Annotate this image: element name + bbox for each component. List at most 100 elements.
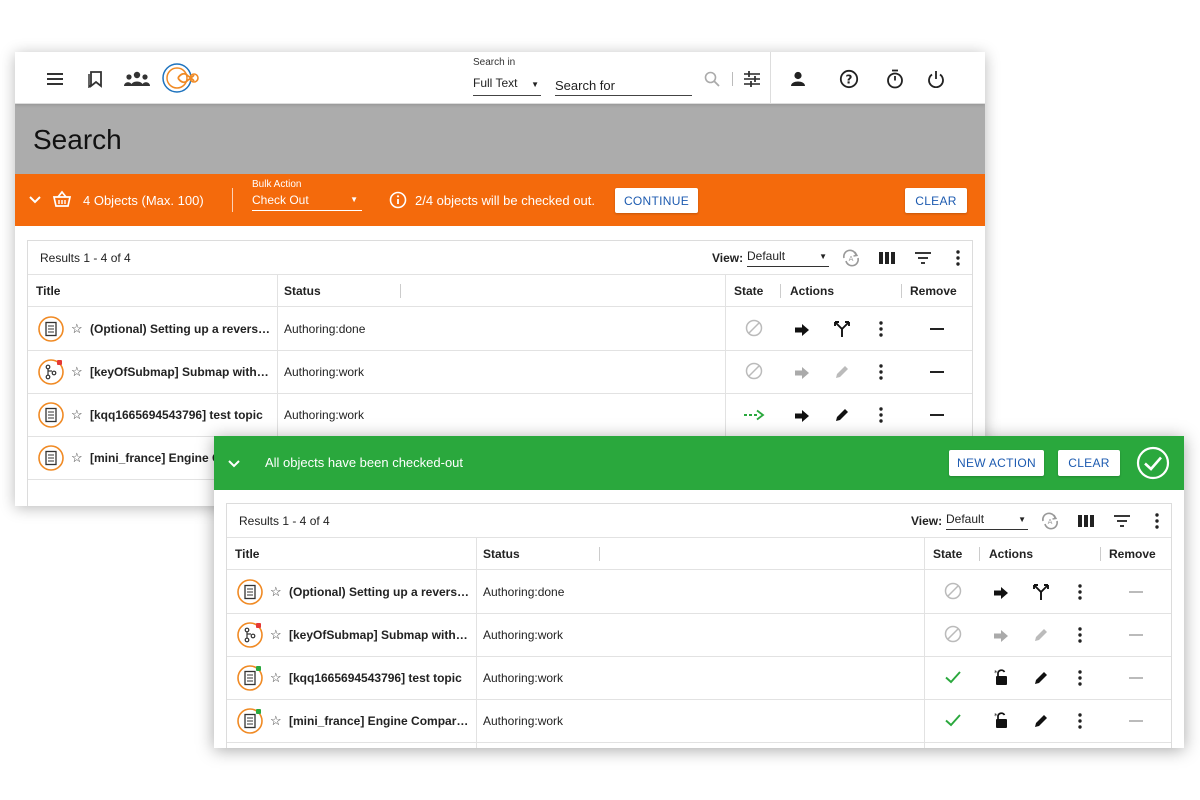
view-select[interactable]: Default ▼ — [747, 249, 829, 267]
star-icon[interactable]: ☆ — [270, 670, 282, 686]
column-state[interactable]: State — [734, 284, 763, 298]
unlock-icon[interactable]: * — [991, 710, 1011, 730]
column-actions[interactable]: Actions — [790, 284, 834, 298]
star-icon[interactable]: ☆ — [270, 627, 282, 643]
caret-down-icon: ▼ — [531, 80, 539, 89]
table-row[interactable]: ☆ [keyOfSubmap] Submap with key... Autho… — [227, 614, 1171, 657]
table-row[interactable]: ☆ [kqq1665694543796] test topic Authorin… — [227, 657, 1171, 700]
table-row[interactable]: ☆ [keyOfSubmap] Submap with key... Autho… — [28, 351, 972, 394]
search-in-label: Search in — [473, 57, 516, 68]
remove-icon[interactable] — [927, 319, 947, 339]
column-title[interactable]: Title — [36, 284, 60, 298]
column-remove[interactable]: Remove — [1109, 547, 1156, 561]
branch-icon[interactable] — [832, 319, 852, 339]
search-scope-select[interactable]: Full Text ▼ — [473, 76, 541, 96]
star-icon[interactable]: ☆ — [71, 321, 83, 337]
clear-button[interactable]: CLEAR — [1058, 450, 1120, 476]
star-icon[interactable]: ☆ — [270, 584, 282, 600]
users-icon[interactable] — [123, 68, 151, 90]
edit-icon[interactable] — [1031, 668, 1051, 688]
star-icon[interactable]: ☆ — [71, 364, 83, 380]
row-status: Authoring:work — [284, 408, 365, 422]
timer-icon[interactable] — [884, 68, 906, 90]
help-icon[interactable]: ? — [838, 68, 860, 90]
more-vertical-icon[interactable] — [948, 248, 968, 268]
more-vertical-icon[interactable] — [871, 319, 891, 339]
filter-icon[interactable] — [913, 248, 933, 268]
table-row[interactable]: ☆ [mini_france] Engine Compartme... Auth… — [227, 700, 1171, 743]
column-separator — [400, 284, 401, 298]
chevron-down-icon[interactable] — [29, 192, 41, 210]
column-status[interactable]: Status — [483, 547, 520, 561]
remove-icon[interactable] — [927, 405, 947, 425]
search-icon[interactable] — [701, 68, 723, 90]
row-title[interactable]: [kqq1665694543796] test topic — [90, 408, 272, 422]
remove-icon[interactable] — [927, 362, 947, 382]
column-remove[interactable]: Remove — [910, 284, 957, 298]
toolbar-separator — [732, 72, 733, 86]
chevron-down-icon[interactable] — [228, 456, 240, 474]
caret-down-icon: ▼ — [350, 195, 358, 204]
row-title[interactable]: [keyOfSubmap] Submap with key... — [90, 365, 272, 379]
row-status: Authoring:work — [483, 628, 564, 642]
more-vertical-icon[interactable] — [1147, 511, 1167, 531]
column-actions[interactable]: Actions — [989, 547, 1033, 561]
more-vertical-icon[interactable] — [871, 362, 891, 382]
basket-icon — [52, 189, 72, 214]
check-circle-icon — [1136, 446, 1170, 485]
user-icon[interactable] — [787, 68, 809, 90]
refresh-icon[interactable]: A — [841, 248, 861, 268]
search-window-after: All objects have been checked-out NEW AC… — [214, 436, 1184, 748]
bookmark-icon[interactable] — [85, 68, 107, 90]
arrow-right-icon[interactable] — [792, 406, 812, 426]
bulk-action-select[interactable]: Check Out ▼ — [252, 193, 362, 211]
row-title[interactable]: [keyOfSubmap] Submap with key... — [289, 628, 471, 642]
row-title[interactable]: [kqq1665694543796] test topic — [289, 671, 471, 685]
results-count: Results 1 - 4 of 4 — [40, 251, 131, 265]
unlock-icon[interactable]: * — [991, 667, 1011, 687]
edit-icon[interactable] — [832, 405, 852, 425]
table-row[interactable]: ☆ (Optional) Setting up a reverse pr... … — [227, 571, 1171, 614]
more-vertical-icon[interactable] — [1070, 582, 1090, 602]
branch-icon[interactable] — [1031, 582, 1051, 602]
bar-separator — [232, 188, 233, 212]
row-title[interactable]: [mini_france] Engine Compartme... — [289, 714, 471, 728]
column-state[interactable]: State — [933, 547, 962, 561]
refresh-icon[interactable]: A — [1040, 511, 1060, 531]
more-vertical-icon[interactable] — [1070, 711, 1090, 731]
clear-button[interactable]: CLEAR — [905, 188, 967, 213]
row-title[interactable]: (Optional) Setting up a reverse pr... — [90, 322, 272, 336]
arrow-right-icon[interactable] — [991, 583, 1011, 603]
view-select[interactable]: Default ▼ — [946, 512, 1028, 530]
logo-icon[interactable] — [161, 62, 201, 94]
edit-icon — [1031, 625, 1051, 645]
column-status[interactable]: Status — [284, 284, 321, 298]
continue-button[interactable]: CONTINUE — [615, 188, 698, 213]
more-vertical-icon[interactable] — [1070, 668, 1090, 688]
search-input[interactable] — [555, 76, 692, 96]
arrow-right-icon — [792, 363, 812, 383]
columns-icon[interactable] — [877, 248, 897, 268]
columns-icon[interactable] — [1076, 511, 1096, 531]
menu-icon[interactable] — [45, 68, 67, 90]
arrow-right-icon[interactable] — [792, 320, 812, 340]
star-icon[interactable]: ☆ — [270, 713, 282, 729]
column-separator — [901, 284, 902, 298]
table-row[interactable]: ☆ [kqq1665694543796] test topic Authorin… — [28, 394, 972, 437]
table-row[interactable]: ☆ (Optional) Setting up a reverse pr... … — [28, 308, 972, 351]
bulk-action-bar: 4 Objects (Max. 100) Bulk Action Check O… — [15, 174, 985, 226]
filter-icon[interactable] — [1112, 511, 1132, 531]
new-action-button[interactable]: NEW ACTION — [949, 450, 1044, 476]
more-vertical-icon[interactable] — [1070, 625, 1090, 645]
check-icon — [943, 710, 963, 730]
row-title[interactable]: (Optional) Setting up a reverse pr... — [289, 585, 471, 599]
star-icon[interactable]: ☆ — [71, 407, 83, 423]
edit-icon[interactable] — [1031, 711, 1051, 731]
row-status: Authoring:work — [483, 671, 564, 685]
more-vertical-icon[interactable] — [871, 405, 891, 425]
filter-settings-icon[interactable] — [741, 68, 763, 90]
blocked-icon — [943, 624, 963, 644]
power-icon[interactable] — [925, 68, 947, 90]
star-icon[interactable]: ☆ — [71, 450, 83, 466]
column-title[interactable]: Title — [235, 547, 259, 561]
